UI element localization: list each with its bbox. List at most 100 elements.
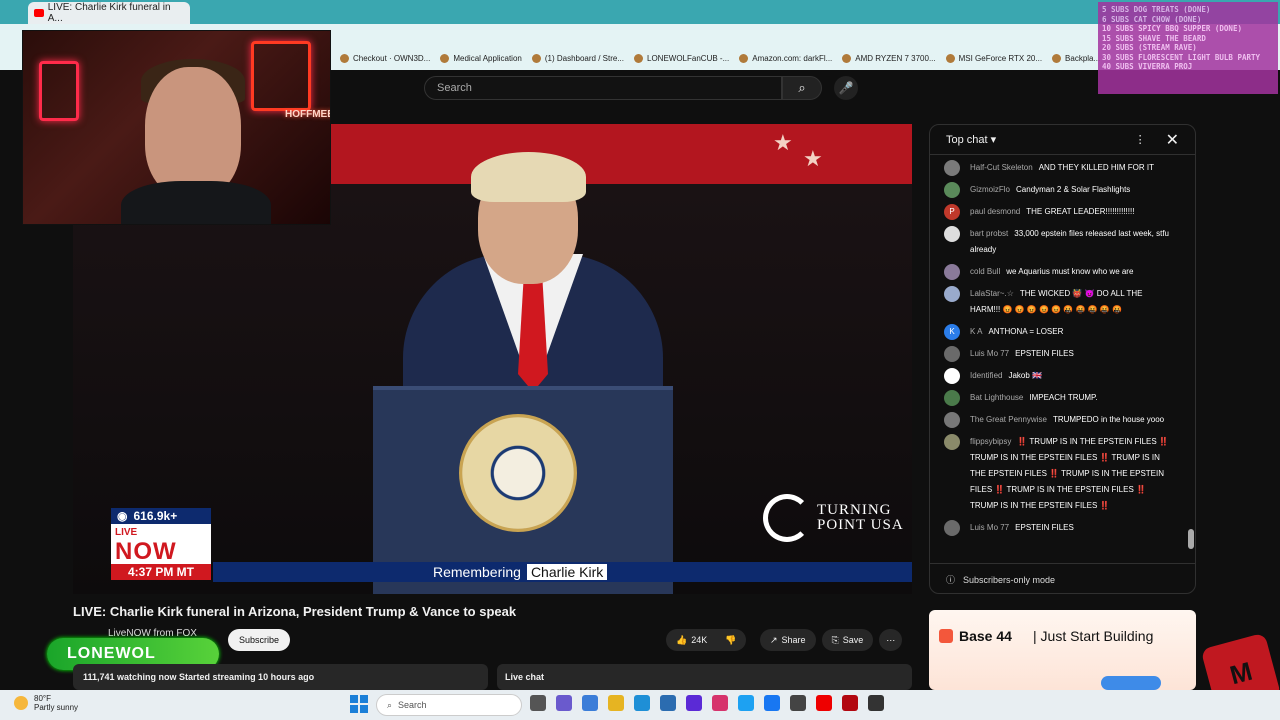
chat-message[interactable]: Ppaul desmond THE GREAT LEADER!!!!!!!!!!!… xyxy=(930,201,1186,223)
live-chat-panel: Top chat ▾ ⋮ ✕ Half-Cut Skeleton AND THEY… xyxy=(929,124,1196,594)
voice-search-button[interactable]: 🎤 xyxy=(834,76,858,100)
chat-message-body: Luis Mo 77 EPSTEIN FILES xyxy=(970,346,1074,362)
bookmark-icon: ⎘ xyxy=(831,634,839,645)
chat-text: we Aquarius must know who we are xyxy=(1006,267,1134,276)
taskbar-search[interactable]: ⌕ Search xyxy=(376,694,522,716)
chat-message[interactable]: Luis Mo 77 EPSTEIN FILES xyxy=(930,517,1186,539)
avatar[interactable] xyxy=(944,368,960,384)
avatar[interactable] xyxy=(944,434,960,450)
chat-message[interactable]: LalaStar~.☆ THE WICKED 👹 😈 DO ALL THE HAR… xyxy=(930,283,1186,321)
chat-message[interactable]: GizmoizFlo Candyman 2 & Solar Flashlights xyxy=(930,179,1186,201)
save-button[interactable]: ⎘ Save xyxy=(821,629,874,651)
chat-message-body: Bat Lighthouse IMPEACH TRUMP. xyxy=(970,390,1098,406)
avatar[interactable] xyxy=(944,226,960,242)
avatar[interactable]: P xyxy=(944,204,960,220)
like-button[interactable]: 👍 24K 👎 xyxy=(666,629,747,651)
chat-author[interactable]: Half-Cut Skeleton xyxy=(970,163,1033,172)
bookmark-4[interactable]: LONEWOLFanCUB -... xyxy=(634,53,729,63)
search-input[interactable]: Search xyxy=(424,76,782,100)
chat-author[interactable]: Identified xyxy=(970,371,1002,380)
bookmark-2[interactable]: Medical Application xyxy=(440,53,522,63)
chat-author[interactable]: cold Bull xyxy=(970,267,1000,276)
chat-author[interactable]: flippsybipsy xyxy=(970,437,1011,446)
chat-author[interactable]: K A xyxy=(970,327,982,336)
chat-text: TRUMPEDO in the house yooo xyxy=(1052,415,1165,424)
broadcast-time: 4:37 PM MT xyxy=(111,564,211,580)
more-actions-button[interactable]: ⋯ xyxy=(879,629,903,651)
netflix-icon[interactable] xyxy=(842,695,858,711)
chat-author[interactable]: Luis Mo 77 xyxy=(970,523,1009,532)
live-now-label: LIVE NOW xyxy=(111,524,211,564)
avatar[interactable]: K xyxy=(944,324,960,340)
facebook-icon[interactable] xyxy=(764,695,780,711)
tpusa-logo-icon xyxy=(763,494,811,542)
chat-message-body: flippsybipsy ‼️ TRUMP IS IN THE EPSTEIN F… xyxy=(970,434,1174,514)
streamer-face xyxy=(145,67,241,197)
close-icon[interactable]: ✕ xyxy=(1166,130,1179,150)
star-icon: ★ xyxy=(803,146,823,171)
avatar[interactable] xyxy=(944,412,960,428)
chat-message-body: Half-Cut Skeleton AND THEY KILLED HIM FOR… xyxy=(970,160,1154,176)
avatar[interactable] xyxy=(944,182,960,198)
more-vert-icon[interactable]: ⋮ xyxy=(1135,133,1146,146)
youtube-icon[interactable] xyxy=(816,695,832,711)
live-chat-toggle[interactable]: Live chat xyxy=(497,664,912,690)
bookmark-1[interactable]: Checkout · OWN3D... xyxy=(340,53,430,63)
start-button[interactable] xyxy=(350,695,368,713)
avatar[interactable] xyxy=(944,390,960,406)
file-explorer-icon[interactable] xyxy=(608,695,624,711)
chat-message[interactable]: bart probst 33,000 epstein files released… xyxy=(930,223,1186,261)
bookmark-8[interactable]: Backpla... xyxy=(1052,53,1100,63)
copilot-icon[interactable] xyxy=(582,695,598,711)
chat-author[interactable]: bart probst xyxy=(970,229,1008,238)
chat-text: EPSTEIN FILES xyxy=(1015,349,1074,358)
app-icon[interactable] xyxy=(686,695,702,711)
chat-scrollbar[interactable] xyxy=(1188,159,1194,557)
chat-author[interactable]: Luis Mo 77 xyxy=(970,349,1009,358)
chat-message[interactable]: Luis Mo 77 EPSTEIN FILES xyxy=(930,343,1186,365)
store-icon[interactable] xyxy=(660,695,676,711)
chat-author[interactable]: The Great Pennywise xyxy=(970,415,1047,424)
chat-message[interactable]: Half-Cut Skeleton AND THEY KILLED HIM FOR… xyxy=(930,157,1186,179)
task-view-icon[interactable] xyxy=(530,695,546,711)
sidebar-ad[interactable]: Base 44 | Just Start Building xyxy=(929,610,1196,690)
streamer-shirt xyxy=(121,181,271,224)
top-chat-dropdown[interactable]: Top chat ▾ xyxy=(946,133,1135,146)
teams-icon[interactable] xyxy=(556,695,572,711)
avatar[interactable] xyxy=(944,160,960,176)
ad-cta-button[interactable] xyxy=(1101,676,1161,690)
chat-author[interactable]: LalaStar~.☆ xyxy=(970,289,1014,298)
star-icon: ★ xyxy=(773,130,793,155)
app-icon[interactable] xyxy=(868,695,884,711)
chat-message[interactable]: K K A ANTHONA = LOSER xyxy=(930,321,1186,343)
chat-author[interactable]: paul desmond xyxy=(970,207,1020,216)
avatar[interactable] xyxy=(944,264,960,280)
chat-message[interactable]: Identified Jakob 🇬🇧 xyxy=(930,365,1186,387)
chat-message[interactable]: Bat Lighthouse IMPEACH TRUMP. xyxy=(930,387,1186,409)
bookmark-5[interactable]: Amazon.com: darkFl... xyxy=(739,53,832,63)
chat-message-body: Luis Mo 77 EPSTEIN FILES xyxy=(970,520,1074,536)
chat-author[interactable]: Bat Lighthouse xyxy=(970,393,1023,402)
chat-author[interactable]: GizmoizFlo xyxy=(970,185,1010,194)
weather-widget[interactable]: 80°F Partly sunny xyxy=(14,694,78,712)
avatar[interactable] xyxy=(944,520,960,536)
share-button[interactable]: ↗ Share xyxy=(760,629,816,651)
subscribe-button[interactable]: Subscribe xyxy=(228,629,290,651)
chat-message[interactable]: The Great Pennywise TRUMPEDO in the house… xyxy=(930,409,1186,431)
scroll-thumb[interactable] xyxy=(1188,529,1194,549)
chat-message[interactable]: cold Bull we Aquarius must know who we ar… xyxy=(930,261,1186,283)
instagram-icon[interactable] xyxy=(712,695,728,711)
chat-message-list: Half-Cut Skeleton AND THEY KILLED HIM FOR… xyxy=(930,157,1186,561)
bookmark-6[interactable]: AMD RYZEN 7 3700... xyxy=(842,53,936,63)
bookmark-7[interactable]: MSI GeForce RTX 20... xyxy=(945,53,1042,63)
bookmark-3[interactable]: (1) Dashboard / Stre... xyxy=(531,53,624,63)
thumbs-down-icon[interactable]: 👎 xyxy=(725,635,736,646)
app-icon[interactable] xyxy=(790,695,806,711)
avatar[interactable] xyxy=(944,286,960,302)
chat-message[interactable]: flippsybipsy ‼️ TRUMP IS IN THE EPSTEIN F… xyxy=(930,431,1186,517)
app-icon[interactable] xyxy=(738,695,754,711)
edge-icon[interactable] xyxy=(634,695,650,711)
browser-tab-active[interactable]: LIVE: Charlie Kirk funeral in A... xyxy=(28,2,190,24)
avatar[interactable] xyxy=(944,346,960,362)
search-button[interactable]: ⌕ xyxy=(782,76,822,100)
